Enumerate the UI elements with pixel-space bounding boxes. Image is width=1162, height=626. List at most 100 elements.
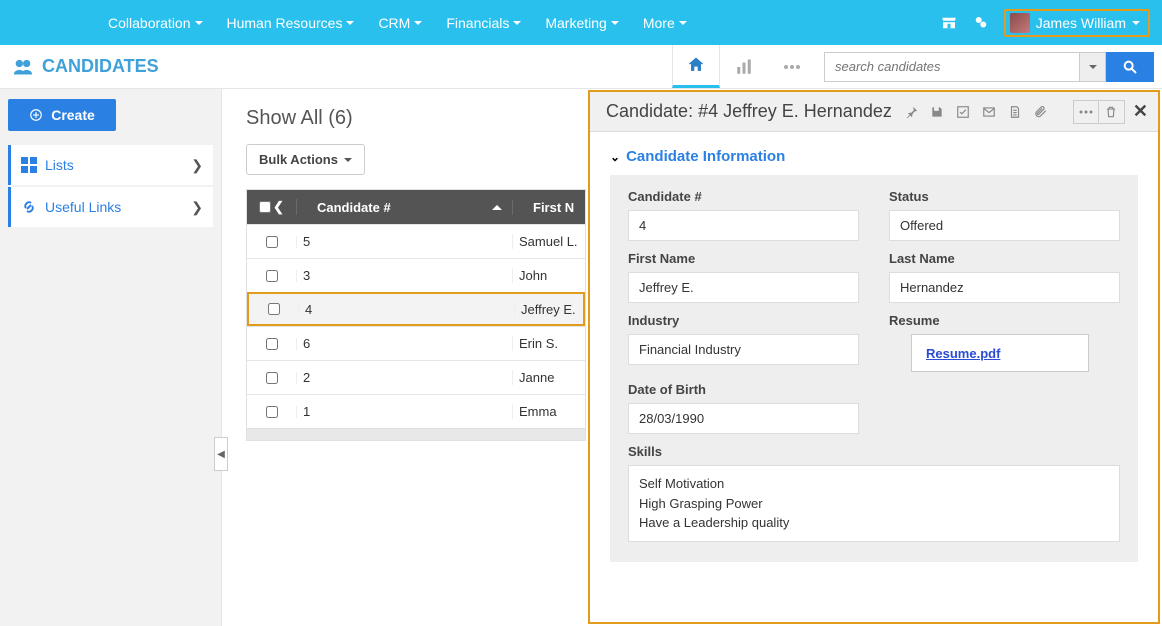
chevron-down-icon: ⌄	[610, 150, 620, 164]
row-checkbox[interactable]	[266, 270, 278, 282]
detail-panel: Candidate: #4 Jeffrey E. Hernandez ✕ ⌄ C…	[588, 90, 1160, 624]
table-row[interactable]: 1Emma	[247, 394, 585, 428]
search-input[interactable]	[824, 52, 1080, 82]
avatar	[1010, 13, 1030, 33]
sidebar-item-lists[interactable]: Lists ❯	[8, 145, 213, 185]
header-checkbox-col: ❮	[247, 199, 297, 215]
label-first-name: First Name	[628, 251, 859, 266]
label-dob: Date of Birth	[628, 382, 859, 397]
label-skills: Skills	[628, 444, 1120, 459]
delete-icon[interactable]	[1099, 100, 1125, 124]
nav-menu: Collaboration Human Resources CRM Financ…	[96, 15, 699, 31]
select-all-checkbox[interactable]	[259, 201, 271, 213]
table-row[interactable]: 5Samuel L.	[247, 224, 585, 258]
cell-candidate-num: 3	[297, 268, 513, 283]
table-header: ❮ Candidate # First N	[247, 190, 585, 224]
caret-down-icon	[195, 21, 203, 25]
cell-first-name: John	[513, 268, 585, 283]
attachment-icon[interactable]	[1029, 100, 1055, 124]
user-menu[interactable]: James William	[1004, 9, 1150, 37]
value-status: Offered	[889, 210, 1120, 241]
resume-link[interactable]: Resume.pdf	[926, 346, 1000, 361]
chevron-left-icon[interactable]: ❮	[273, 199, 284, 215]
caret-down-icon	[679, 21, 687, 25]
cell-first-name: Janne	[513, 370, 585, 385]
tab-reports[interactable]	[720, 45, 768, 88]
table-footer	[247, 428, 585, 440]
label-last-name: Last Name	[889, 251, 1120, 266]
candidates-icon	[12, 58, 34, 76]
search-options[interactable]	[1080, 52, 1106, 82]
cell-first-name: Samuel L.	[513, 234, 585, 249]
caret-down-icon	[414, 21, 422, 25]
candidate-info-panel: Candidate # 4 Status Offered First Name …	[610, 175, 1138, 562]
check-icon[interactable]	[951, 100, 977, 124]
bulk-actions-button[interactable]: Bulk Actions	[246, 144, 365, 175]
tab-more[interactable]	[768, 45, 816, 88]
caret-down-icon	[611, 21, 619, 25]
chevron-right-icon: ❯	[191, 199, 203, 216]
caret-down-icon	[344, 158, 352, 162]
detail-title: Candidate: #4 Jeffrey E. Hernandez	[606, 101, 892, 122]
column-first-name[interactable]: First N	[513, 200, 585, 215]
pin-icon[interactable]	[899, 100, 925, 124]
close-button[interactable]: ✕	[1133, 101, 1148, 122]
grid-icon	[21, 157, 37, 173]
sidebar-item-useful-links[interactable]: Useful Links ❯	[8, 187, 213, 227]
cell-candidate-num: 5	[297, 234, 513, 249]
cell-candidate-num: 4	[299, 302, 515, 317]
caret-down-icon	[513, 21, 521, 25]
module-title: CANDIDATES	[0, 56, 171, 77]
cell-first-name: Emma	[513, 404, 585, 419]
value-candidate-num: 4	[628, 210, 859, 241]
section-candidate-information[interactable]: ⌄ Candidate Information	[610, 148, 1138, 165]
cell-candidate-num: 1	[297, 404, 513, 419]
resume-attachment: Resume.pdf	[911, 334, 1089, 372]
nav-collaboration[interactable]: Collaboration	[96, 15, 215, 31]
save-icon[interactable]	[925, 100, 951, 124]
notification-icon[interactable]	[972, 14, 990, 32]
create-button[interactable]: Create	[8, 99, 116, 131]
row-checkbox[interactable]	[268, 303, 280, 315]
label-resume: Resume	[889, 313, 1120, 328]
cell-candidate-num: 6	[297, 336, 513, 351]
cell-first-name: Jeffrey E.	[515, 302, 583, 317]
nav-crm[interactable]: CRM	[366, 15, 434, 31]
nav-human-resources[interactable]: Human Resources	[215, 15, 367, 31]
table-row[interactable]: 6Erin S.	[247, 326, 585, 360]
tab-home[interactable]	[672, 45, 720, 88]
row-checkbox[interactable]	[266, 236, 278, 248]
column-candidate-num[interactable]: Candidate #	[297, 200, 513, 215]
nav-marketing[interactable]: Marketing	[533, 15, 630, 31]
sub-header: CANDIDATES	[0, 45, 1162, 89]
value-skills: Self MotivationHigh Grasping PowerHave a…	[628, 465, 1120, 542]
label-candidate-num: Candidate #	[628, 189, 859, 204]
row-checkbox[interactable]	[266, 338, 278, 350]
plus-icon	[29, 108, 43, 122]
caret-down-icon	[1132, 21, 1140, 25]
nav-financials[interactable]: Financials	[434, 15, 533, 31]
nav-more[interactable]: More	[631, 15, 699, 31]
mail-icon[interactable]	[977, 100, 1003, 124]
store-icon[interactable]	[940, 14, 958, 32]
value-dob: 28/03/1990	[628, 403, 859, 434]
sort-asc-icon	[492, 205, 502, 210]
row-checkbox[interactable]	[266, 406, 278, 418]
value-industry: Financial Industry	[628, 334, 859, 365]
cell-candidate-num: 2	[297, 370, 513, 385]
top-nav: Collaboration Human Resources CRM Financ…	[0, 0, 1162, 45]
table-row[interactable]: 3John	[247, 258, 585, 292]
table-row[interactable]: 2Janne	[247, 360, 585, 394]
more-actions-icon[interactable]	[1073, 100, 1099, 124]
sidebar: Create Lists ❯ Useful Links ❯	[0, 89, 222, 626]
value-first-name: Jeffrey E.	[628, 272, 859, 303]
cell-first-name: Erin S.	[513, 336, 585, 351]
value-last-name: Hernandez	[889, 272, 1120, 303]
document-icon[interactable]	[1003, 100, 1029, 124]
link-icon	[21, 199, 37, 215]
label-industry: Industry	[628, 313, 859, 328]
search-button[interactable]	[1106, 52, 1154, 82]
table-row[interactable]: 4Jeffrey E.	[247, 292, 585, 326]
candidates-table: ❮ Candidate # First N 5Samuel L.3John4Je…	[246, 189, 586, 441]
row-checkbox[interactable]	[266, 372, 278, 384]
